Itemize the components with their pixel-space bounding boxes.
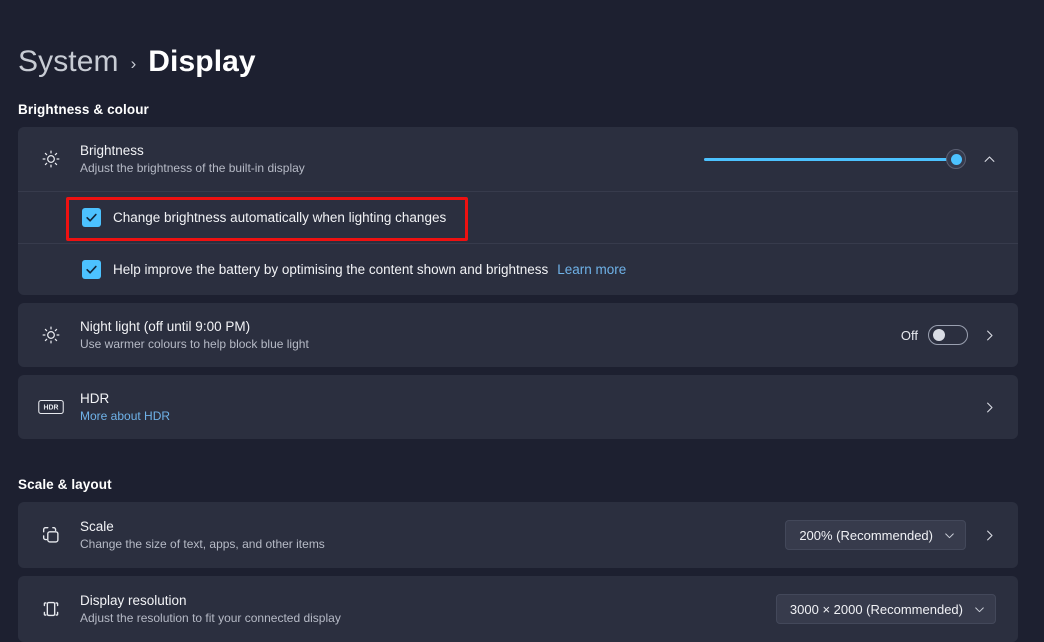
chevron-down-icon (943, 529, 956, 542)
content-adaptive-checkbox[interactable] (82, 260, 101, 279)
content-adaptive-label: Help improve the battery by optimising t… (113, 262, 549, 277)
breadcrumb-separator-icon: › (130, 54, 137, 73)
night-light-subtitle: Use warmer colours to help block blue li… (80, 337, 309, 351)
svg-text:HDR: HDR (44, 405, 59, 412)
scale-dropdown[interactable]: 200% (Recommended) (785, 520, 966, 550)
scale-row[interactable]: Scale Change the size of text, apps, and… (18, 502, 1018, 568)
brightness-subtitle: Adjust the brightness of the built-in di… (80, 161, 305, 175)
auto-brightness-row[interactable]: Change brightness automatically when lig… (18, 191, 1018, 243)
learn-more-link[interactable]: Learn more (557, 262, 626, 277)
night-light-card: Night light (off until 9:00 PM) Use warm… (18, 303, 1018, 367)
page-title: Display (148, 45, 256, 78)
chevron-right-icon[interactable] (974, 392, 1004, 422)
scale-subtitle: Change the size of text, apps, and other… (80, 537, 325, 551)
display-settings-page: System › Display Brightness & colour Bri… (0, 0, 1044, 642)
display-resolution-dropdown-value: 3000 × 2000 (Recommended) (789, 601, 963, 617)
display-resolution-row-text: Display resolution Adjust the resolution… (80, 592, 776, 626)
auto-brightness-label: Change brightness automatically when lig… (113, 210, 447, 225)
night-light-toggle[interactable] (928, 325, 968, 345)
chevron-down-icon (973, 603, 986, 616)
breadcrumb-system-link[interactable]: System (18, 45, 119, 79)
content-adaptive-brightness-row[interactable]: Help improve the battery by optimising t… (18, 243, 1018, 295)
night-light-toggle-wrap: Off (901, 325, 968, 345)
brightness-title: Brightness (80, 143, 144, 158)
chevron-right-icon[interactable] (974, 520, 1004, 550)
section-heading-scale-layout: Scale & layout (18, 477, 112, 492)
scale-dropdown-value: 200% (Recommended) (799, 527, 933, 543)
display-resolution-dropdown[interactable]: 3000 × 2000 (Recommended) (775, 594, 996, 624)
scale-row-text: Scale Change the size of text, apps, and… (80, 518, 785, 552)
chevron-up-icon[interactable] (974, 144, 1004, 174)
night-light-row-text: Night light (off until 9:00 PM) Use warm… (80, 318, 901, 352)
display-resolution-icon (34, 592, 68, 626)
sun-icon (34, 318, 68, 352)
scale-title: Scale (80, 519, 114, 534)
night-light-state-label: Off (900, 327, 918, 343)
brightness-slider-thumb[interactable] (946, 149, 967, 169)
hdr-title: HDR (80, 391, 110, 406)
display-resolution-card: Display resolution Adjust the resolution… (18, 576, 1018, 642)
hdr-card: HDR HDR More about HDR (18, 375, 1018, 439)
brightness-row-text: Brightness Adjust the brightness of the … (80, 142, 704, 176)
section-heading-brightness-colour: Brightness & colour (18, 102, 149, 117)
brightness-card: Brightness Adjust the brightness of the … (18, 127, 1018, 295)
more-about-hdr-link[interactable]: More about HDR (80, 409, 974, 424)
auto-brightness-checkbox[interactable] (82, 208, 101, 227)
hdr-row-text: HDR More about HDR (80, 390, 974, 424)
toggle-knob (933, 329, 945, 341)
scale-icon (34, 518, 68, 552)
display-resolution-title: Display resolution (80, 593, 187, 608)
display-resolution-row[interactable]: Display resolution Adjust the resolution… (18, 576, 1018, 642)
night-light-row[interactable]: Night light (off until 9:00 PM) Use warm… (18, 303, 1018, 367)
display-resolution-subtitle: Adjust the resolution to fit your connec… (80, 611, 341, 625)
brightness-slider-wrap (704, 148, 967, 170)
breadcrumb: System › Display (18, 40, 256, 84)
brightness-slider[interactable] (704, 148, 967, 170)
hdr-row[interactable]: HDR HDR More about HDR (18, 375, 1018, 439)
brightness-row[interactable]: Brightness Adjust the brightness of the … (18, 127, 1018, 191)
scale-card: Scale Change the size of text, apps, and… (18, 502, 1018, 568)
hdr-icon: HDR (34, 390, 68, 424)
sun-icon (34, 142, 68, 176)
night-light-title: Night light (off until 9:00 PM) (80, 319, 251, 334)
brightness-slider-fill (704, 157, 957, 161)
chevron-right-icon[interactable] (974, 320, 1004, 350)
